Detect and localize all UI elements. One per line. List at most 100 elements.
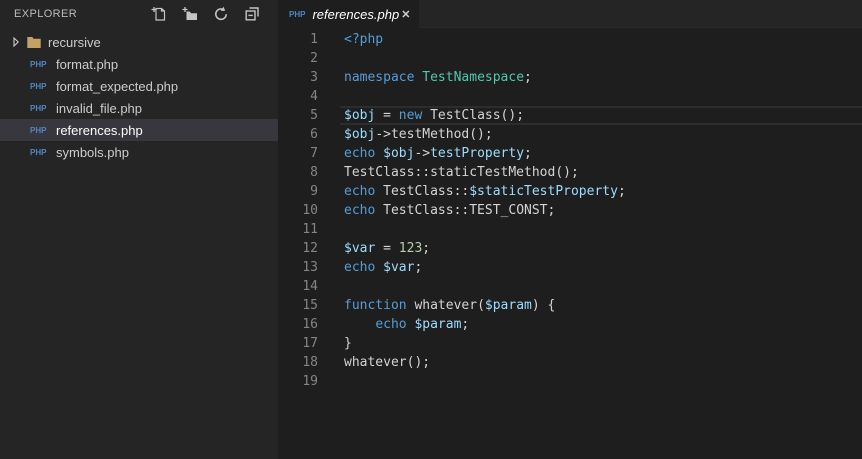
token-kw: echo <box>344 260 376 275</box>
code-line-5[interactable]: 5 $obj = new TestClass(); <box>278 106 862 125</box>
code-line-4[interactable]: 4 <box>278 87 862 106</box>
editor-area: PHP references.php ✕ 1 <?php 2 3 namespace T… <box>278 0 862 459</box>
code-line-13[interactable]: 13 echo $var; <box>278 258 862 277</box>
token-def: ) { <box>531 298 556 313</box>
token-def <box>344 317 375 332</box>
tree-file-invalid-file-php[interactable]: PHP invalid_file.php <box>0 97 278 119</box>
line-number: 14 <box>302 279 318 294</box>
token-var: $var <box>383 260 415 275</box>
new-folder-icon[interactable] <box>182 6 198 22</box>
code-line-3[interactable]: 3 namespace TestNamespace; <box>278 68 862 87</box>
token-kw: namespace <box>344 70 415 85</box>
line-number: 9 <box>310 184 318 199</box>
token-def <box>375 146 383 161</box>
token-def: TestClass:: <box>375 184 470 199</box>
tree-file-format-expected-php[interactable]: PHP format_expected.php <box>0 75 278 97</box>
collapse-all-icon[interactable] <box>244 6 260 22</box>
close-icon[interactable]: ✕ <box>399 6 412 23</box>
code-text: echo $obj->testProperty; <box>318 144 532 163</box>
line-number: 16 <box>302 317 318 332</box>
token-var: $obj <box>344 108 376 123</box>
code-line-10[interactable]: 10 echo TestClass::TEST_CONST; <box>278 201 862 220</box>
line-number: 11 <box>302 222 318 237</box>
code-text: TestClass::staticTestMethod(); <box>318 163 579 182</box>
token-def: ; <box>524 70 532 85</box>
php-file-icon: PHP <box>30 59 47 69</box>
chevron-right-icon[interactable] <box>8 34 24 50</box>
code-text: echo $param; <box>318 315 469 334</box>
code-line-6[interactable]: 6 $obj->testMethod(); <box>278 125 862 144</box>
tab-bar: PHP references.php ✕ <box>278 0 862 29</box>
token-def: TestClass::TEST_CONST; <box>375 203 556 218</box>
tree-item-label: recursive <box>48 34 101 50</box>
token-var: $var <box>344 241 376 256</box>
code-line-12[interactable]: 12 $var = 123; <box>278 239 862 258</box>
explorer-header: EXPLORER <box>0 0 278 28</box>
tree-file-references-php[interactable]: PHP references.php <box>0 119 278 141</box>
code-line-16[interactable]: 16 echo $param; <box>278 315 862 334</box>
line-number: 17 <box>302 336 318 351</box>
code-line-14[interactable]: 14 <box>278 277 862 296</box>
code-line-15[interactable]: 15 function whatever($param) { <box>278 296 862 315</box>
code-editor[interactable]: 1 <?php 2 3 namespace TestNamespace; 4 5 $obj =… <box>278 28 862 459</box>
tree-folder-recursive[interactable]: recursive <box>0 31 278 53</box>
explorer-actions <box>151 6 260 22</box>
php-file-icon: PHP <box>30 81 47 91</box>
token-kw: echo <box>344 203 376 218</box>
code-line-17[interactable]: 17} <box>278 334 862 353</box>
code-line-1[interactable]: 1 <?php <box>278 30 862 49</box>
line-number: 4 <box>310 89 318 104</box>
code-line-8[interactable]: 8 TestClass::staticTestMethod(); <box>278 163 862 182</box>
line-number: 10 <box>302 203 318 218</box>
php-file-icon: PHP <box>30 147 47 157</box>
token-def: whatever(); <box>344 355 431 370</box>
code-line-2[interactable]: 2 <box>278 49 862 68</box>
code-text: $obj = new TestClass(); <box>318 106 524 125</box>
token-def <box>375 260 383 275</box>
tree-file-symbols-php[interactable]: PHP symbols.php <box>0 141 278 163</box>
token-kw: <?php <box>344 32 384 47</box>
code-line-9[interactable]: 9 echo TestClass::$staticTestProperty; <box>278 182 862 201</box>
code-line-19[interactable]: 19 <box>278 372 862 391</box>
token-kw: echo <box>375 317 407 332</box>
line-number: 7 <box>310 146 318 161</box>
explorer-title: EXPLORER <box>14 8 78 20</box>
token-def: ; <box>414 260 423 275</box>
code-text: echo TestClass::TEST_CONST; <box>318 201 555 220</box>
code-text: $obj->testMethod(); <box>318 125 493 144</box>
token-def: TestClass(); <box>422 108 525 123</box>
code-text: echo $var; <box>318 258 422 277</box>
code-line-18[interactable]: 18 whatever(); <box>278 353 862 372</box>
line-number: 5 <box>310 108 318 123</box>
line-number: 18 <box>302 355 318 370</box>
tree-item-label: references.php <box>56 122 143 138</box>
tab-label: references.php <box>312 7 400 22</box>
php-file-icon: PHP <box>289 10 306 19</box>
code-text: whatever(); <box>318 353 430 372</box>
token-kw: echo <box>344 184 376 199</box>
token-def: = <box>375 241 399 256</box>
token-var: $obj <box>383 146 415 161</box>
line-number: 3 <box>310 70 318 85</box>
token-def: ; <box>461 317 470 332</box>
tab-references-php[interactable]: PHP references.php ✕ <box>278 0 419 29</box>
token-var: $param <box>414 317 462 332</box>
new-file-icon[interactable] <box>151 6 167 22</box>
tree-file-format-php[interactable]: PHP format.php <box>0 53 278 75</box>
code-line-7[interactable]: 7 echo $obj->testProperty; <box>278 144 862 163</box>
line-number: 8 <box>310 165 318 180</box>
refresh-icon[interactable] <box>213 6 229 22</box>
vscode-window: EXPLORER recursive PHP format.php PHP format… <box>0 0 862 459</box>
code-line-11[interactable]: 11 <box>278 220 862 239</box>
token-var: $obj <box>344 127 376 142</box>
line-number: 15 <box>302 298 318 313</box>
code-text: } <box>318 334 352 353</box>
code-text: $var = 123; <box>318 239 430 258</box>
code-text: namespace TestNamespace; <box>318 68 532 87</box>
token-var: $staticTestProperty <box>469 184 618 199</box>
code-text: echo TestClass::$staticTestProperty; <box>318 182 626 201</box>
folder-icon <box>26 34 42 50</box>
tree-item-label: format_expected.php <box>56 78 179 94</box>
